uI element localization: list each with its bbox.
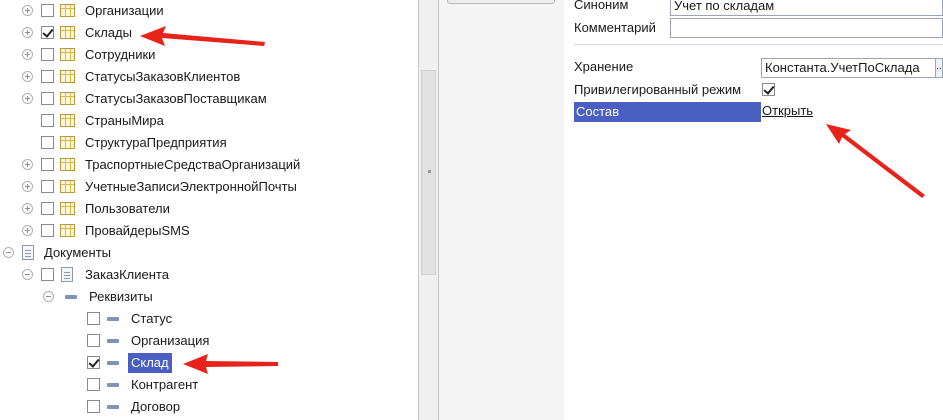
catalog-icon — [60, 158, 75, 171]
tree-checkbox[interactable] — [41, 26, 54, 39]
tree-checkbox[interactable] — [41, 48, 54, 61]
tree-item-label: Контрагент — [131, 377, 199, 392]
tree-checkbox[interactable] — [87, 334, 100, 347]
requisites-icon — [65, 295, 77, 299]
grip-icon — [428, 170, 431, 173]
tree-item-label: Склад — [128, 353, 172, 373]
expand-icon[interactable] — [22, 49, 33, 60]
attribute-icon — [107, 317, 119, 321]
properties-panel: Синоним Учет по складам Комментарий Хран… — [564, 0, 943, 420]
expand-icon[interactable] — [22, 225, 33, 236]
collapse-icon[interactable] — [43, 291, 54, 302]
metadata-tree: Организации Склады Сотрудники СтатусыЗак… — [0, 0, 418, 420]
tree-item-label: ПровайдерыSMS — [85, 223, 190, 238]
tree-checkbox[interactable] — [41, 4, 54, 17]
catalog-icon — [60, 114, 75, 127]
tree-checkbox[interactable] — [41, 224, 54, 237]
catalog-icon — [60, 4, 75, 17]
catalog-icon — [60, 70, 75, 83]
expand-icon[interactable] — [22, 5, 33, 16]
tree-item-label: СтраныМира — [85, 113, 164, 128]
composition-open-link[interactable]: Открыть — [762, 103, 813, 118]
attribute-icon — [107, 339, 119, 343]
storage-label: Хранение — [574, 59, 634, 74]
privileged-checkbox[interactable] — [762, 83, 775, 96]
tree-checkbox[interactable] — [87, 312, 100, 325]
vertical-scrollbar[interactable] — [418, 0, 439, 420]
tree-item-label: СтатусыЗаказовКлиентов — [85, 69, 241, 84]
tree-item-label: ЗаказКлиента — [85, 267, 169, 282]
expand-icon[interactable] — [22, 181, 33, 192]
catalog-icon — [60, 48, 75, 61]
documents-icon — [22, 245, 34, 260]
catalog-icon — [60, 136, 75, 149]
tree-checkbox[interactable] — [41, 202, 54, 215]
expand-icon[interactable] — [22, 203, 33, 214]
tree-checkbox[interactable] — [41, 114, 54, 127]
tree-checkbox[interactable] — [41, 180, 54, 193]
collapse-icon[interactable] — [22, 269, 33, 280]
button-panel — [438, 0, 565, 420]
tree-item-label: Реквизиты — [89, 289, 153, 304]
tree-item-label: ТраспортныеСредстваОрганизаций — [85, 157, 301, 172]
expand-icon[interactable] — [22, 159, 33, 170]
privileged-label: Привилегированный режим — [574, 82, 742, 97]
composition-row[interactable]: Состав — [574, 102, 761, 122]
tree-item-label: СтруктураПредприятия — [85, 135, 227, 150]
tree-checkbox[interactable] — [41, 70, 54, 83]
tree-checkbox[interactable] — [41, 268, 54, 281]
synonym-field[interactable]: Учет по складам — [670, 0, 943, 16]
tree-checkbox[interactable] — [41, 92, 54, 105]
storage-select-button[interactable]: .. — [935, 58, 943, 78]
tree-item-label: Склады — [85, 25, 132, 40]
tree-item-label: Организация — [131, 333, 210, 348]
comment-label: Комментарий — [574, 20, 656, 35]
tree-item-label: Организации — [85, 3, 164, 18]
tree-checkbox[interactable] — [87, 400, 100, 413]
storage-field[interactable]: Константа.УчетПоСклада — [761, 58, 936, 78]
catalog-icon — [60, 224, 75, 237]
tree-checkbox[interactable] — [41, 158, 54, 171]
tree-item-label: Документы — [44, 245, 112, 260]
attribute-icon — [107, 405, 119, 409]
document-icon — [61, 267, 73, 282]
tree-item-label: СтатусыЗаказовПоставщикам — [85, 91, 267, 106]
tree-item-label: Сотрудники — [85, 47, 156, 62]
tree-checkbox[interactable] — [87, 356, 100, 369]
tree-checkbox[interactable] — [41, 136, 54, 149]
tree-item-label: Пользователи — [85, 201, 170, 216]
comment-field[interactable] — [670, 18, 943, 38]
catalog-icon — [60, 92, 75, 105]
expand-icon[interactable] — [22, 27, 33, 38]
attribute-icon — [107, 383, 119, 387]
divider — [574, 44, 943, 45]
tree-item-label: Статус — [131, 311, 173, 326]
tree-checkbox[interactable] — [87, 378, 100, 391]
tree-item-label: УчетныеЗаписиЭлектроннойПочты — [85, 179, 297, 194]
expand-icon[interactable] — [22, 71, 33, 82]
catalog-icon — [60, 180, 75, 193]
panel-button[interactable] — [447, 0, 555, 4]
attribute-icon — [107, 361, 119, 365]
expand-icon[interactable] — [22, 93, 33, 104]
composition-label: Состав — [576, 104, 620, 119]
synonym-label: Синоним — [574, 0, 629, 12]
collapse-icon[interactable] — [3, 247, 14, 258]
tree-item-label: Договор — [131, 399, 181, 414]
catalog-icon — [60, 26, 75, 39]
catalog-icon — [60, 202, 75, 215]
